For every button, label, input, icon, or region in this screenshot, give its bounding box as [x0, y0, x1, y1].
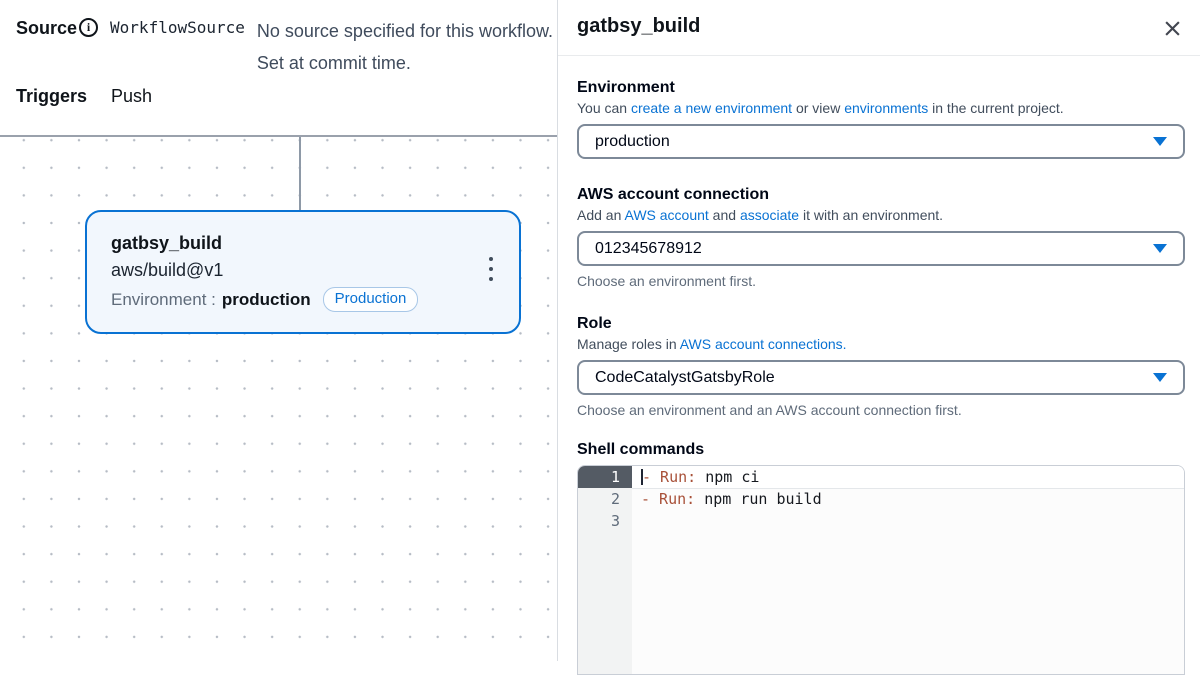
source-description: No source specified for this workflow. S… — [257, 15, 553, 79]
source-label: Source — [16, 15, 77, 41]
role-description: Manage roles in AWS account connections. — [577, 334, 1184, 354]
node-action-id: aws/build@v1 — [111, 257, 497, 284]
caret-down-icon — [1153, 244, 1167, 253]
role-select-value: CodeCatalystGatsbyRole — [595, 369, 1153, 387]
info-icon[interactable]: i — [79, 18, 98, 37]
workflow-canvas[interactable]: gatbsy_build aws/build@v1 Environment : … — [0, 135, 557, 661]
aws-account-select-value: 012345678912 — [595, 240, 1153, 258]
role-select[interactable]: CodeCatalystGatsbyRole — [577, 360, 1185, 395]
environment-desc-text: in the current project. — [928, 100, 1063, 116]
create-environment-link[interactable]: create a new environment — [631, 100, 792, 116]
yaml-key-token: - Run: — [641, 490, 695, 508]
node-connector-line — [299, 137, 301, 210]
node-kebab-menu-icon[interactable] — [479, 249, 503, 289]
panel-header: gatbsy_build — [558, 0, 1200, 56]
role-section: Role Manage roles in AWS account connect… — [577, 314, 1184, 419]
account-connections-link[interactable]: AWS account connections. — [680, 336, 847, 352]
environment-desc-text: You can — [577, 100, 631, 116]
node-environment-row: Environment : production Production — [111, 286, 497, 313]
aws-account-label: AWS account connection — [577, 185, 1184, 205]
editor-code-line: - Run: npm run build — [632, 488, 1184, 510]
shell-commands-label: Shell commands — [577, 440, 1184, 460]
aws-account-link[interactable]: AWS account — [625, 207, 709, 223]
triggers-summary: Triggers Push — [16, 86, 152, 107]
trigger-value: Push — [111, 86, 152, 107]
shell-commands-editor[interactable]: 1 2 3 - Run: npm ci - Run: npm run build — [577, 465, 1185, 675]
role-help-text: Choose an environment and an AWS account… — [577, 401, 1184, 419]
node-environment-value: production — [222, 286, 311, 313]
source-description-line1: No source specified for this workflow. — [257, 15, 553, 47]
source-description-line2: Set at commit time. — [257, 47, 553, 79]
editor-line-number: 2 — [578, 488, 632, 510]
workflow-node-gatbsy-build[interactable]: gatbsy_build aws/build@v1 Environment : … — [85, 210, 521, 334]
source-name: WorkflowSource — [110, 15, 245, 41]
panel-title: gatbsy_build — [577, 15, 700, 37]
aws-account-help-text: Choose an environment first. — [577, 272, 1184, 290]
environment-select-value: production — [595, 133, 1153, 151]
associate-link[interactable]: associate — [740, 207, 799, 223]
view-environments-link[interactable]: environments — [844, 100, 928, 116]
command-token: npm ci — [696, 468, 759, 486]
editor-line-number: 1 — [578, 466, 632, 488]
environment-section: Environment You can create a new environ… — [577, 78, 1184, 159]
editor-code-line: - Run: npm ci — [632, 466, 1184, 488]
editor-line-number: 3 — [578, 510, 632, 532]
role-label: Role — [577, 314, 1184, 334]
node-environment-label: Environment : — [111, 286, 216, 313]
aws-account-section: AWS account connection Add an AWS accoun… — [577, 185, 1184, 290]
environment-description: You can create a new environment or view… — [577, 98, 1184, 118]
yaml-key-token: - Run: — [642, 468, 696, 486]
triggers-label: Triggers — [16, 86, 87, 107]
environment-label: Environment — [577, 78, 1184, 98]
close-icon[interactable] — [1158, 14, 1186, 42]
aws-account-description: Add an AWS account and associate it with… — [577, 205, 1184, 225]
editor-gutter: 1 2 3 — [578, 466, 632, 674]
node-config-panel: gatbsy_build Environment You can create … — [557, 0, 1200, 661]
aws-account-desc-text: and — [709, 207, 740, 223]
role-desc-text: Manage roles in — [577, 336, 680, 352]
command-token: npm run build — [695, 490, 821, 508]
environment-badge: Production — [323, 287, 419, 312]
panel-body: Environment You can create a new environ… — [558, 56, 1200, 675]
caret-down-icon — [1153, 137, 1167, 146]
editor-code-area[interactable]: - Run: npm ci - Run: npm run build — [632, 466, 1184, 674]
environment-desc-text: or view — [792, 100, 844, 116]
shell-commands-section: Shell commands 1 2 3 - Run: npm ci - Run… — [577, 440, 1184, 675]
aws-account-desc-text: Add an — [577, 207, 625, 223]
source-summary: Source i WorkflowSource No source specif… — [16, 15, 553, 79]
aws-account-select[interactable]: 012345678912 — [577, 231, 1185, 266]
aws-account-desc-text: it with an environment. — [799, 207, 943, 223]
node-title: gatbsy_build — [111, 231, 497, 255]
caret-down-icon — [1153, 373, 1167, 382]
environment-select[interactable]: production — [577, 124, 1185, 159]
